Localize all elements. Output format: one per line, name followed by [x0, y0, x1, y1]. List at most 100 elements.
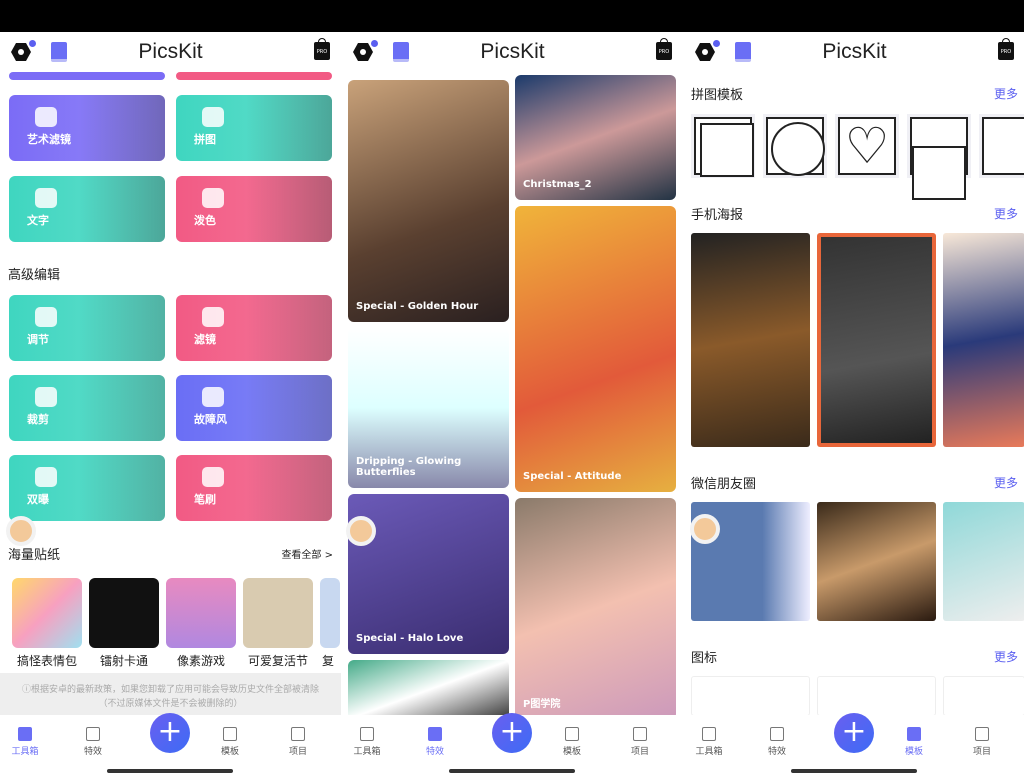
notice-text: ⓘ根据安卓的最新政策，如果您卸载了应用可能会导致历史文件全部被清除: [21, 685, 319, 695]
more-link[interactable]: 更多: [994, 85, 1018, 102]
nav-tab-label: 模板: [904, 747, 923, 757]
advanced-tool-card[interactable]: 笔刷: [176, 455, 332, 521]
nav-tab-icon: [18, 727, 32, 741]
nav-tab[interactable]: 工具箱: [347, 727, 387, 757]
tool-preview-image: [79, 176, 165, 242]
tool-icon: [202, 107, 224, 127]
icon-template[interactable]: [691, 676, 810, 716]
icon-template[interactable]: [817, 676, 936, 716]
icon-template[interactable]: [943, 676, 1024, 716]
effect-card[interactable]: Special - Golden Hour: [348, 80, 509, 322]
partial-card[interactable]: [9, 72, 165, 80]
sticker-pack[interactable]: [12, 578, 82, 648]
tool-preview-image: [246, 295, 332, 361]
nav-tab[interactable]: 模板: [894, 727, 934, 757]
nav-tab[interactable]: 模板: [210, 727, 250, 757]
section-title: 图标: [691, 651, 718, 666]
effect-card[interactable]: [348, 660, 509, 720]
sticker-pack[interactable]: [320, 578, 340, 648]
nav-tab-label: 模板: [220, 747, 239, 757]
poster-template[interactable]: [817, 233, 936, 447]
advanced-tool-card[interactable]: 双曝: [9, 455, 165, 521]
sticker-pack[interactable]: [243, 578, 313, 648]
advanced-tool-card[interactable]: 调节: [9, 295, 165, 361]
advanced-tool-card[interactable]: 滤镜: [176, 295, 332, 361]
effect-card[interactable]: Dripping - Glowing Butterflies: [348, 328, 509, 488]
nav-tab[interactable]: 工具箱: [689, 727, 729, 757]
policy-notice: ⓘ根据安卓的最新政策，如果您卸载了应用可能会导致历史文件全部被清除 （不过原媒体…: [0, 673, 341, 715]
effect-card[interactable]: Special - Halo Love: [348, 494, 509, 654]
nav-tab-icon: [975, 727, 989, 741]
tool-card[interactable]: 泼色: [176, 176, 332, 242]
toolbox-screen: PicsKit PRO 艺术滤镜 拼图 文字 泼色 调节 滤镜 裁剪 故障风 双曝 笔刷 高级编辑…: [0, 32, 341, 777]
effect-card[interactable]: Christmas_2: [515, 75, 676, 200]
moments-template[interactable]: [817, 502, 936, 621]
advanced-tool-card[interactable]: 裁剪: [9, 375, 165, 441]
tool-card[interactable]: 拼图: [176, 95, 332, 161]
more-link[interactable]: 更多: [994, 648, 1018, 665]
pro-bag-icon[interactable]: PRO: [314, 38, 330, 60]
sticker-pack-label: 复: [322, 654, 335, 668]
header: PicsKit PRO: [342, 32, 683, 72]
section-title: 拼图模板: [691, 88, 744, 103]
collage-split-vertical[interactable]: [979, 114, 1024, 178]
tool-label: 裁剪: [27, 413, 49, 426]
more-link[interactable]: 更多: [994, 474, 1018, 491]
tool-icon: [202, 467, 224, 487]
nav-tab[interactable]: 工具箱: [5, 727, 45, 757]
tool-icon: [35, 307, 57, 327]
tool-label: 艺术滤镜: [27, 133, 71, 146]
tool-icon: [35, 188, 57, 208]
view-all-link[interactable]: 查看全部 >: [281, 546, 333, 561]
nav-tab[interactable]: 项目: [962, 727, 1002, 757]
create-plus-button[interactable]: +: [150, 713, 190, 753]
accessibility-float-button[interactable]: [346, 516, 376, 546]
tool-icon: [202, 188, 224, 208]
partial-card[interactable]: [176, 72, 332, 80]
tool-preview-image: [79, 375, 165, 441]
more-link[interactable]: 更多: [994, 205, 1018, 222]
nav-tab[interactable]: 项目: [278, 727, 318, 757]
advanced-tool-card[interactable]: 故障风: [176, 375, 332, 441]
tool-card[interactable]: 艺术滤镜: [9, 95, 165, 161]
nav-tab[interactable]: 项目: [620, 727, 660, 757]
effect-card[interactable]: P图学院: [515, 498, 676, 720]
sticker-pack[interactable]: [166, 578, 236, 648]
accessibility-float-button[interactable]: [690, 514, 720, 544]
moments-template[interactable]: [943, 502, 1024, 621]
collage-square[interactable]: [691, 114, 755, 178]
bottom-nav: 工具箱 特效 模板 项目 +: [342, 713, 683, 777]
tool-icon: [35, 387, 57, 407]
nav-tab[interactable]: 特效: [73, 727, 113, 757]
collage-circle[interactable]: [763, 114, 827, 178]
sticker-pack[interactable]: [89, 578, 159, 648]
tool-icon: [202, 387, 224, 407]
home-indicator: [107, 769, 233, 773]
sticker-pack-label: 搞怪表情包: [16, 654, 77, 668]
tool-card[interactable]: 文字: [9, 176, 165, 242]
accessibility-float-button[interactable]: [6, 516, 36, 546]
nav-tab[interactable]: 特效: [757, 727, 797, 757]
create-plus-button[interactable]: +: [492, 713, 532, 753]
nav-tab-label: 特效: [83, 747, 102, 757]
bottom-nav: 工具箱 特效 模板 项目 +: [684, 713, 1024, 777]
nav-tab-label: 特效: [767, 747, 786, 757]
create-plus-button[interactable]: +: [834, 713, 874, 753]
nav-tab-icon: [565, 727, 579, 741]
collage-split-horizontal[interactable]: [907, 114, 971, 200]
poster-template[interactable]: [691, 233, 810, 447]
tool-label: 泼色: [194, 214, 216, 227]
tool-icon: [35, 467, 57, 487]
pro-bag-icon[interactable]: PRO: [998, 38, 1014, 60]
header: PicsKit PRO: [684, 32, 1024, 72]
nav-tab[interactable]: 模板: [552, 727, 592, 757]
nav-tab-label: 工具箱: [11, 747, 39, 757]
tool-label: 调节: [27, 333, 49, 346]
nav-tab-label: 项目: [288, 747, 307, 757]
poster-template[interactable]: [943, 233, 1024, 447]
effect-card[interactable]: Special - Attitude: [515, 206, 676, 492]
nav-tab-icon: [360, 727, 374, 741]
nav-tab[interactable]: 特效: [415, 727, 455, 757]
pro-bag-icon[interactable]: PRO: [656, 38, 672, 60]
collage-heart[interactable]: ♡: [835, 114, 899, 178]
